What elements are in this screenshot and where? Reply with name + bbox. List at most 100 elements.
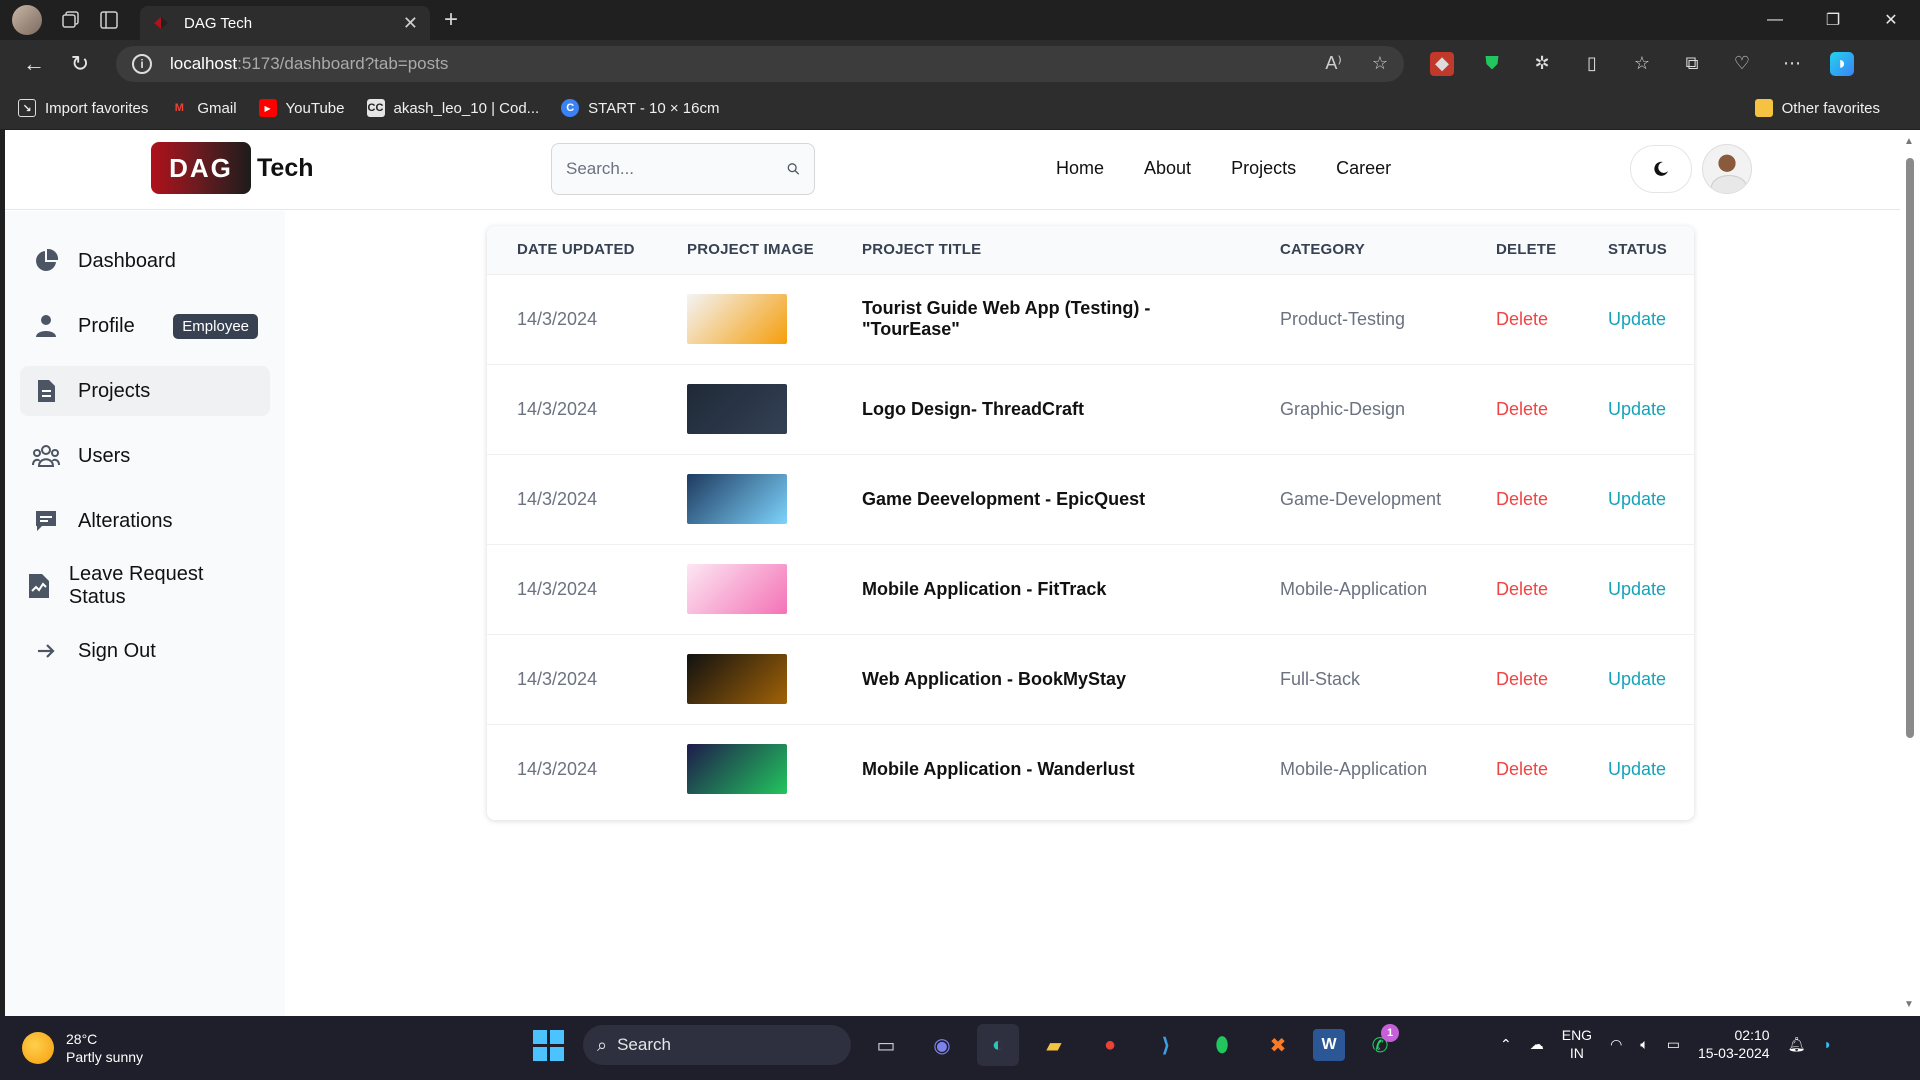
restore-icon[interactable]: ❐ xyxy=(1804,10,1862,30)
close-window-icon[interactable]: ✕ xyxy=(1862,10,1920,30)
delete-link[interactable]: Delete xyxy=(1466,724,1578,814)
nav-projects[interactable]: Projects xyxy=(1231,158,1296,179)
clock[interactable]: 02:10 15-03-2024 xyxy=(1698,1026,1770,1062)
update-link[interactable]: Update xyxy=(1578,544,1694,634)
volume-icon[interactable]: 🔈︎ xyxy=(1640,1036,1648,1053)
scroll-up-icon[interactable]: ▲ xyxy=(1904,136,1914,147)
title-cell[interactable]: Tourist Guide Web App (Testing) - "TourE… xyxy=(832,274,1250,364)
shield-extension-icon[interactable]: ⛊ xyxy=(1480,52,1504,76)
battery-icon[interactable]: ▭ xyxy=(1667,1036,1680,1053)
sidebar-item-projects[interactable]: Projects xyxy=(20,366,270,416)
sidebar-item-signout[interactable]: Sign Out xyxy=(20,626,270,676)
onedrive-icon[interactable]: ☁ xyxy=(1530,1036,1544,1053)
copilot-icon[interactable]: ◗ xyxy=(1830,51,1854,76)
collections-icon[interactable]: ⧉ xyxy=(1680,52,1704,76)
delete-link[interactable]: Delete xyxy=(1466,274,1578,364)
nav-about[interactable]: About xyxy=(1144,158,1191,179)
xampp-icon[interactable]: ✖ xyxy=(1257,1024,1299,1066)
favorite-star-icon[interactable]: ☆ xyxy=(1372,53,1388,74)
favorites-icon[interactable]: ☆ xyxy=(1630,52,1654,76)
scroll-down-icon[interactable]: ▼ xyxy=(1904,999,1914,1010)
vertical-tabs-icon[interactable] xyxy=(90,1,128,39)
title-cell[interactable]: Mobile Application - FitTrack xyxy=(832,544,1250,634)
search-icon[interactable] xyxy=(787,159,800,179)
col-date-updated: DATE UPDATED xyxy=(517,241,635,259)
workspaces-icon[interactable] xyxy=(52,1,90,39)
mongodb-icon[interactable]: ⬮ xyxy=(1201,1024,1243,1066)
user-avatar[interactable] xyxy=(1702,144,1752,194)
word-icon[interactable]: W xyxy=(1313,1029,1345,1061)
sidebar-item-dashboard[interactable]: Dashboard xyxy=(20,236,270,286)
title-cell[interactable]: Mobile Application - Wanderlust xyxy=(832,724,1250,814)
project-thumbnail[interactable] xyxy=(687,474,787,524)
copilot-taskbar-icon[interactable]: ◗ xyxy=(1823,1036,1831,1052)
logo[interactable]: DAG Tech xyxy=(151,142,314,194)
update-link[interactable]: Update xyxy=(1578,454,1694,544)
title-cell[interactable]: Logo Design- ThreadCraft xyxy=(832,364,1250,454)
update-link[interactable]: Update xyxy=(1578,274,1694,364)
vscode-icon[interactable]: ⟩ xyxy=(1145,1024,1187,1066)
update-link[interactable]: Update xyxy=(1578,634,1694,724)
extension-red-icon[interactable]: ◆ xyxy=(1430,51,1454,76)
favorite-import[interactable]: ↘ Import favorites xyxy=(18,99,148,117)
favorite-codechef[interactable]: CC akash_leo_10 | Cod... xyxy=(366,99,539,117)
page-scrollbar[interactable]: ▲ ▼ xyxy=(1900,130,1920,1016)
language-indicator[interactable]: ENG IN xyxy=(1562,1026,1592,1062)
start-button[interactable] xyxy=(527,1024,569,1066)
profile-avatar-icon[interactable] xyxy=(12,5,42,35)
browser-essentials-icon[interactable]: ♡ xyxy=(1730,52,1754,76)
delete-link[interactable]: Delete xyxy=(1466,544,1578,634)
nav-career[interactable]: Career xyxy=(1336,158,1391,179)
notifications-bell-icon[interactable]: 🔔︎ xyxy=(1788,1036,1806,1053)
title-cell[interactable]: Web Application - BookMyStay xyxy=(832,634,1250,724)
read-aloud-icon[interactable]: A⁾ xyxy=(1325,53,1341,74)
file-explorer-icon[interactable]: ▰ xyxy=(1033,1024,1075,1066)
back-icon[interactable]: ← xyxy=(14,44,54,84)
close-tab-icon[interactable]: ✕ xyxy=(403,13,418,34)
new-tab-icon[interactable]: + xyxy=(444,6,458,34)
other-favorites[interactable]: Other favorites xyxy=(1754,99,1880,117)
sidebar: Dashboard Profile Employee Projects User… xyxy=(5,211,285,1016)
minimize-icon[interactable]: — xyxy=(1746,11,1804,29)
favorite-youtube[interactable]: ▶ YouTube xyxy=(258,99,345,117)
search-box[interactable] xyxy=(551,143,815,195)
theme-toggle-button[interactable] xyxy=(1630,145,1692,193)
extensions-puzzle-icon[interactable]: ✲ xyxy=(1530,52,1554,76)
edge-icon[interactable]: ◐ xyxy=(977,1024,1019,1066)
project-thumbnail[interactable] xyxy=(687,564,787,614)
sidebar-item-users[interactable]: Users xyxy=(20,431,270,481)
search-input[interactable] xyxy=(566,159,787,179)
wifi-icon[interactable]: ◠ xyxy=(1610,1036,1622,1053)
delete-link[interactable]: Delete xyxy=(1466,454,1578,544)
more-options-icon[interactable]: ⋯ xyxy=(1780,52,1804,76)
favorite-start[interactable]: C START - 10 × 16cm xyxy=(561,99,719,117)
sidebar-item-profile[interactable]: Profile Employee xyxy=(20,301,270,351)
browser-tab[interactable]: DAG Tech ✕ xyxy=(140,6,430,40)
weather-widget[interactable]: 28°C Partly sunny xyxy=(22,1030,143,1066)
site-info-icon[interactable]: i xyxy=(132,53,152,74)
nav-home[interactable]: Home xyxy=(1056,158,1104,179)
delete-link[interactable]: Delete xyxy=(1466,364,1578,454)
scrollbar-thumb[interactable] xyxy=(1906,158,1914,738)
title-cell[interactable]: Game Deevelopment - EpicQuest xyxy=(832,454,1250,544)
project-thumbnail[interactable] xyxy=(687,654,787,704)
sidebar-item-alterations[interactable]: Alterations xyxy=(20,496,270,546)
show-hidden-icons-icon[interactable]: ⌃ xyxy=(1500,1036,1512,1053)
favorite-gmail[interactable]: M Gmail xyxy=(170,99,237,117)
project-thumbnail[interactable] xyxy=(687,384,787,434)
refresh-icon[interactable]: ↻ xyxy=(60,44,100,84)
sidebar-item-leave-request[interactable]: Leave Request Status xyxy=(20,561,270,611)
chrome-icon[interactable]: ● xyxy=(1089,1024,1131,1066)
teams-chat-icon[interactable]: ◉ xyxy=(921,1024,963,1066)
project-thumbnail[interactable] xyxy=(687,294,787,344)
whatsapp-icon[interactable]: ✆ 1 xyxy=(1359,1024,1401,1066)
split-screen-icon[interactable]: ▯ xyxy=(1580,52,1604,76)
task-view-icon[interactable]: ▭ xyxy=(865,1024,907,1066)
delete-link[interactable]: Delete xyxy=(1466,634,1578,724)
taskbar-search[interactable]: ⌕ Search xyxy=(583,1025,851,1065)
top-nav: Home About Projects Career xyxy=(1056,158,1391,179)
project-thumbnail[interactable] xyxy=(687,744,787,795)
update-link[interactable]: Update xyxy=(1578,364,1694,454)
update-link[interactable]: Update xyxy=(1578,724,1694,814)
url-field[interactable]: i localhost :5173/dashboard?tab=posts A⁾… xyxy=(116,45,1404,82)
